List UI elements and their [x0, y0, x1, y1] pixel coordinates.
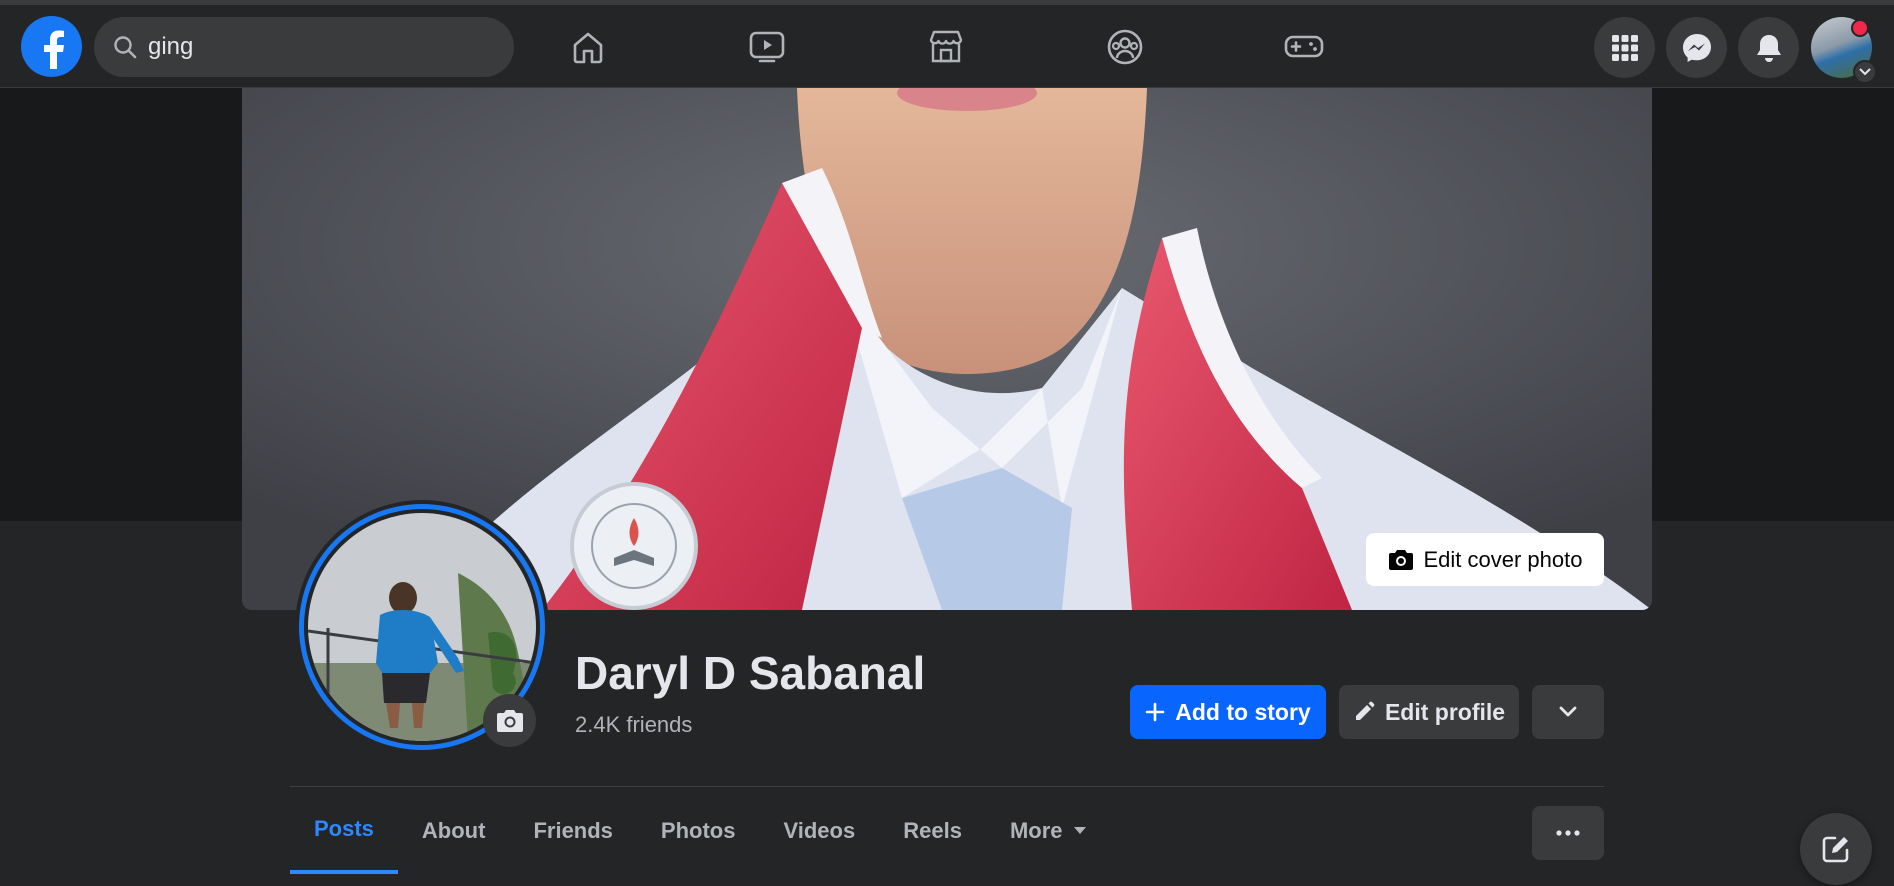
tab-label: Reels — [903, 817, 962, 843]
search-input[interactable] — [146, 32, 490, 62]
tab-friends[interactable]: Friends — [509, 787, 636, 874]
nav-gaming[interactable] — [1259, 17, 1349, 77]
tab-label: Friends — [533, 817, 613, 843]
tab-photos[interactable]: Photos — [637, 787, 760, 874]
plus-icon — [1145, 702, 1165, 722]
tab-videos[interactable]: Videos — [759, 787, 879, 874]
tab-label: Photos — [660, 817, 736, 843]
tab-label: More — [1009, 817, 1063, 843]
nav-video[interactable] — [722, 17, 812, 77]
tab-about[interactable]: About — [398, 787, 510, 874]
ellipsis-icon — [1556, 830, 1580, 836]
nav-home[interactable] — [543, 17, 633, 77]
account-chevron-button[interactable] — [1853, 60, 1877, 84]
caret-down-icon — [1073, 826, 1087, 835]
search-icon — [112, 34, 138, 60]
pencil-icon — [1355, 701, 1375, 720]
tab-posts[interactable]: Posts — [290, 787, 398, 874]
menu-grid-icon — [1611, 34, 1638, 61]
tab-more[interactable]: More — [986, 787, 1111, 874]
home-icon — [573, 32, 603, 64]
marketplace-icon — [929, 30, 963, 63]
new-message-button[interactable] — [1800, 813, 1872, 885]
compose-icon — [1822, 836, 1849, 863]
update-profile-picture-button[interactable] — [483, 694, 536, 747]
camera-icon — [1388, 549, 1413, 570]
chevron-down-icon — [1859, 68, 1871, 76]
bell-icon — [1756, 34, 1781, 62]
messenger-icon — [1682, 33, 1711, 62]
tab-label: Videos — [783, 817, 856, 843]
gaming-icon — [1284, 35, 1324, 58]
edit-cover-photo-button[interactable]: Edit cover photo — [1366, 533, 1604, 586]
tab-label: Posts — [314, 815, 374, 841]
camera-icon — [496, 709, 523, 732]
messenger-button[interactable] — [1666, 17, 1727, 78]
more-options-button[interactable] — [1532, 806, 1604, 860]
tab-label: About — [421, 817, 486, 843]
profile-tabs: Posts About Friends Photos Videos Reels … — [290, 787, 1111, 877]
edit-profile-button[interactable]: Edit profile — [1339, 685, 1519, 739]
add-to-story-button[interactable]: Add to story — [1130, 685, 1326, 739]
search-bar[interactable] — [94, 17, 514, 77]
chevron-down-icon — [1559, 706, 1577, 717]
profile-name: Daryl D Sabanal — [575, 647, 926, 699]
facebook-f-icon — [43, 30, 64, 69]
video-icon — [749, 31, 785, 63]
edit-cover-photo-label: Edit cover photo — [1423, 546, 1583, 572]
profile-options-dropdown[interactable] — [1532, 685, 1604, 739]
facebook-logo[interactable] — [21, 16, 82, 77]
nav-groups[interactable] — [1080, 17, 1170, 77]
top-navbar — [0, 5, 1894, 88]
add-to-story-label: Add to story — [1175, 698, 1311, 725]
tab-reels[interactable]: Reels — [879, 787, 986, 874]
groups-icon — [1107, 29, 1143, 65]
notification-dot — [1851, 19, 1869, 37]
menu-button[interactable] — [1594, 17, 1655, 78]
nav-marketplace[interactable] — [901, 17, 991, 77]
friends-count[interactable]: 2.4K friends — [575, 712, 692, 738]
notifications-button[interactable] — [1738, 17, 1799, 78]
edit-profile-label: Edit profile — [1384, 698, 1506, 725]
